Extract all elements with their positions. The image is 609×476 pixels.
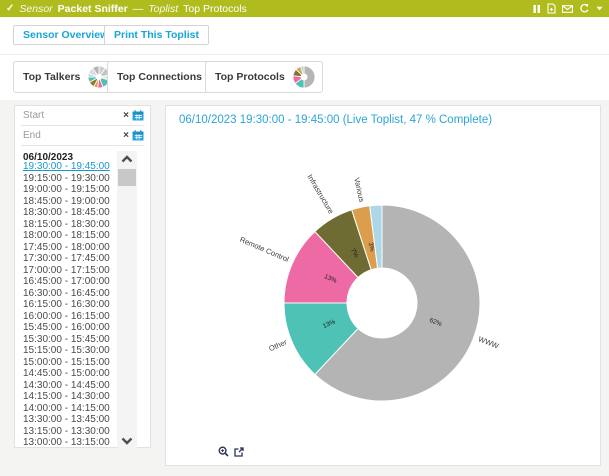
protocol-donut-chart: 62%WWW13%Other13%Remote Control7%Infrast… [166,131,601,461]
status-check-icon: ✓ [6,3,14,14]
toplist-interval[interactable]: 18:45:00 - 19:00:00 [15,196,115,208]
sensor-overview-button[interactable]: Sensor Overview [13,25,118,45]
toplist-interval[interactable]: 14:15:00 - 14:30:00 [15,391,115,403]
toplist-interval[interactable]: 17:00:00 - 17:15:00 [15,265,115,277]
sensor-label: Sensor [19,3,52,15]
caret-down-icon[interactable] [596,6,603,11]
slice-label: Remote Control [238,235,290,264]
toplist-interval[interactable]: 15:30:00 - 15:45:00 [15,334,115,346]
toplist-tabs-row: Top Talkers Top Connections Top Protocol… [0,54,609,100]
toplist-interval[interactable]: 16:00:00 - 16:15:00 [15,311,115,323]
scroll-up-button[interactable] [117,151,137,167]
toplist-interval[interactable]: 15:15:00 - 15:30:00 [15,345,115,357]
scrollbar-thumb[interactable] [118,169,136,186]
toplist-interval[interactable]: 16:30:00 - 16:45:00 [15,288,115,300]
clear-start-icon[interactable]: × [123,111,129,121]
toplist-interval[interactable]: 16:15:00 - 16:30:00 [15,299,115,311]
toplist-interval[interactable]: 16:45:00 - 17:00:00 [15,276,115,288]
calendar-icon[interactable] [132,130,144,141]
header-bar: ✓ Sensor Packet Sniffer — Toplist Top Pr… [0,0,609,17]
scrollbar[interactable] [117,151,137,449]
separator: — [133,3,144,15]
pie-chart-icon [291,64,317,90]
toplist-name: Top Protocols [183,3,247,15]
tab-label: Top Connections [117,71,202,83]
toplist-interval[interactable]: 14:00:00 - 14:15:00 [15,403,115,415]
tab-label: Top Protocols [215,71,285,83]
toplist-interval[interactable]: 17:45:00 - 18:00:00 [15,242,115,254]
start-date-input[interactable] [21,110,101,121]
email-icon[interactable] [562,5,573,13]
print-toplist-button[interactable]: Print This Toplist [104,25,209,45]
tab-label: Top Talkers [23,71,80,83]
slice-label: Infrastructure [305,173,335,216]
zoom-icon[interactable] [218,446,229,457]
interval-sidebar: × × 06/10/2023 19:30:00 - 19:45:0019:15:… [14,105,151,448]
toplist-label: Toplist [148,3,178,15]
slice-label: Other [267,337,288,353]
toplist-interval[interactable]: 18:30:00 - 18:45:00 [15,207,115,219]
scroll-down-button[interactable] [117,433,137,449]
open-external-icon[interactable] [234,447,244,457]
toplist-interval[interactable]: 15:45:00 - 16:00:00 [15,322,115,334]
pause-icon[interactable] [533,4,541,14]
toplist-panel: 06/10/2023 19:30:00 - 19:45:00 (Live Top… [165,105,601,466]
toplist-interval[interactable]: 13:15:00 - 13:30:00 [15,426,115,438]
toplist-interval[interactable]: 15:00:00 - 15:15:00 [15,357,115,369]
toolbar: Sensor Overview Print This Toplist [0,17,609,54]
slice-label: WWW [477,334,501,351]
toplist-title: 06/10/2023 19:30:00 - 19:45:00 (Live Top… [179,114,492,126]
slice-label: Various [352,177,366,203]
tab-top-protocols[interactable]: Top Protocols [205,61,323,93]
sensor-name: Packet Sniffer [58,3,128,15]
toplist-interval[interactable]: 14:45:00 - 15:00:00 [15,368,115,380]
end-date-input[interactable] [21,130,101,141]
toplist-interval[interactable]: 18:15:00 - 18:30:00 [15,219,115,231]
end-date-row: × [21,126,144,146]
refresh-icon[interactable] [579,3,590,14]
toplist-interval[interactable]: 13:00:00 - 13:15:00 [15,437,115,449]
chart-footer [218,446,244,457]
report-icon[interactable] [547,3,556,14]
toplist-interval[interactable]: 18:00:00 - 18:15:00 [15,230,115,242]
toplist-interval[interactable]: 19:30:00 - 19:45:00 [15,161,115,173]
toplist-interval[interactable]: 17:30:00 - 17:45:00 [15,253,115,265]
clear-end-icon[interactable]: × [123,131,129,141]
start-date-row: × [21,106,144,126]
calendar-icon[interactable] [132,110,144,121]
toplist-interval[interactable]: 13:30:00 - 13:45:00 [15,414,115,426]
toplist-interval[interactable]: 19:00:00 - 19:15:00 [15,184,115,196]
tab-top-talkers[interactable]: Top Talkers [13,61,118,93]
toplist-interval[interactable]: 14:30:00 - 14:45:00 [15,380,115,392]
interval-list: 19:30:00 - 19:45:0019:15:00 - 19:30:0019… [15,161,115,449]
toplist-interval[interactable]: 19:15:00 - 19:30:00 [15,173,115,185]
